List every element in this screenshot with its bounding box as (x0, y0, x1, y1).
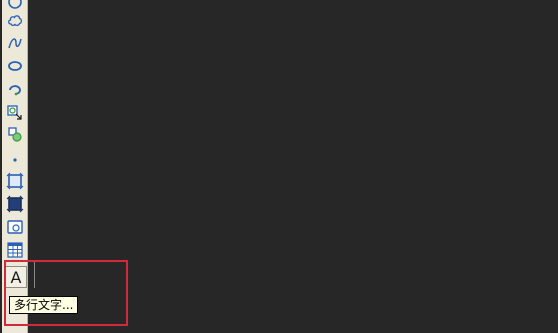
region-icon (6, 218, 24, 236)
point-tool-button[interactable] (5, 148, 25, 168)
revision-cloud-icon (7, 12, 23, 28)
point-icon (7, 150, 23, 166)
ellipse-icon (7, 58, 23, 74)
insert-block-icon (6, 103, 24, 121)
spline-tool-button[interactable] (5, 33, 25, 53)
cad-window: A 多行文字... (0, 0, 558, 333)
circle-icon (7, 0, 23, 10)
tooltip: 多行文字... (9, 296, 79, 314)
gradient-tool-button[interactable] (5, 194, 25, 214)
revision-cloud-tool-button[interactable] (5, 10, 25, 30)
make-block-tool-button[interactable] (5, 125, 25, 145)
table-tool-button[interactable] (5, 240, 25, 260)
hatch-tool-button[interactable] (5, 171, 25, 191)
region-tool-button[interactable] (5, 217, 25, 237)
hatch-icon (6, 172, 24, 190)
ellipse-arc-tool-button[interactable] (5, 79, 25, 99)
ellipse-tool-button[interactable] (5, 56, 25, 76)
drawing-canvas[interactable] (29, 0, 558, 333)
table-icon (6, 241, 24, 259)
spline-icon (7, 35, 23, 51)
multiline-text-tool-button[interactable]: A (5, 266, 27, 288)
ellipse-arc-icon (7, 81, 23, 97)
cursor-line (34, 262, 35, 288)
make-block-icon (6, 126, 24, 144)
multiline-text-icon: A (10, 267, 22, 287)
insert-block-tool-button[interactable] (5, 102, 25, 122)
gradient-icon (6, 195, 24, 213)
